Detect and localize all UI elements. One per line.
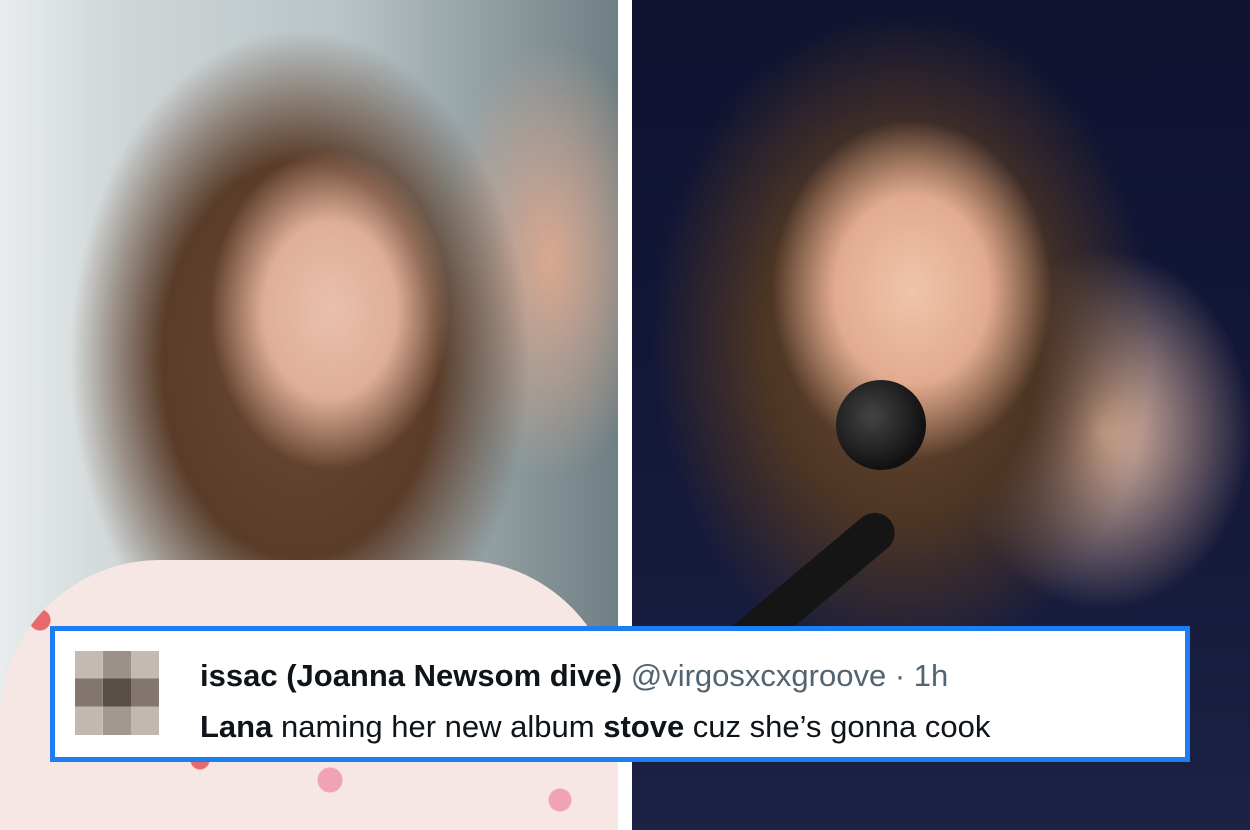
tweet-header: issac (Joanna Newsom dive) @virgosxcxgro… [200, 656, 948, 696]
timestamp: 1h [913, 658, 949, 693]
separator-dot: · [894, 658, 906, 693]
tweet-text-stove: stove [603, 709, 685, 744]
user-handle: @virgosxcxgroove [630, 658, 887, 693]
tweet-text: Lana naming her new album stove cuz she’… [200, 707, 990, 747]
tweet-text-end: cuz she’s gonna cook [684, 709, 991, 744]
display-name: issac (Joanna Newsom dive) [200, 658, 623, 693]
avatar [75, 651, 159, 735]
tweet-card: issac (Joanna Newsom dive) @virgosxcxgro… [50, 626, 1190, 762]
microphone-head [836, 380, 926, 470]
microphone-handle [708, 504, 903, 630]
tweet-text-middle: naming her new album [272, 709, 604, 744]
microphone-icon [640, 380, 940, 630]
tweet-text-lana: Lana [200, 709, 273, 744]
